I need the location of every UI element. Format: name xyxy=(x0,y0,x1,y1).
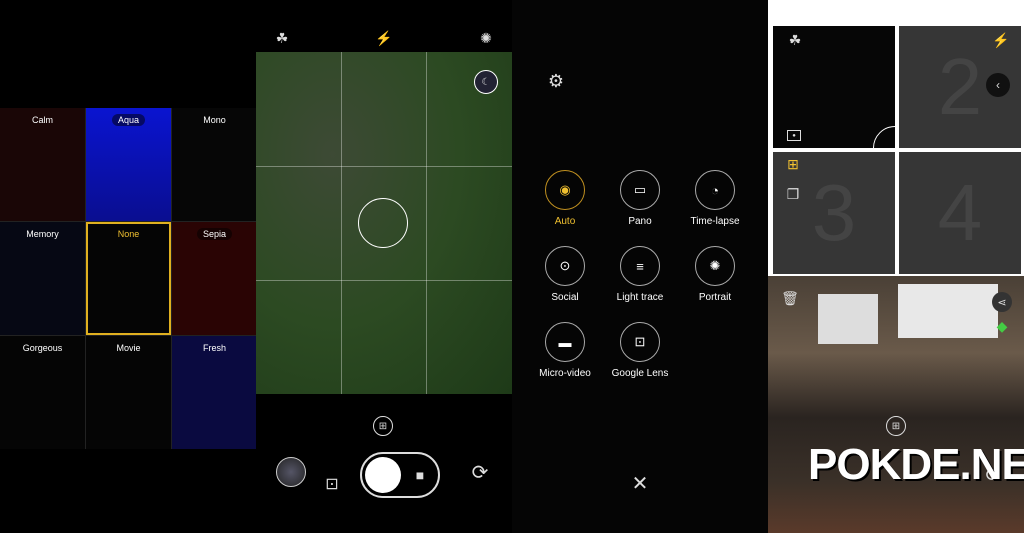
filter-aqua[interactable]: Aqua xyxy=(86,108,171,221)
grid-layout-icon[interactable]: ⊞ xyxy=(785,156,801,172)
scene-detect-icon[interactable]: ☾ xyxy=(474,70,498,94)
filter-icon[interactable]: ☘ xyxy=(272,28,292,48)
gallery-photo[interactable]: 🗑 ⋖ ◆ ⊞ ⟳ POKDE.NET xyxy=(768,276,1024,533)
panorama-icon: ▭ xyxy=(620,170,660,210)
filter-label: Mono xyxy=(203,115,226,125)
filter-panel: Calm Aqua Mono Memory None Sepia Gorgeous Movie… xyxy=(0,0,256,533)
shutter-mode-icon[interactable]: ● xyxy=(787,130,801,141)
viewfinder-panel: ☘ ⚡ ✺ ☾ ⊞ ⊡ ■ ⟳ xyxy=(256,0,512,533)
filter-memory[interactable]: Memory xyxy=(0,222,85,335)
monitor-right xyxy=(898,284,998,338)
collage-panel: ☘ ● 2 ⚡ ‹ 3 ⊞ ❐ 4 🗑 ⋖ ◆ ⊞ ⟳ POKDE.NET xyxy=(768,0,1024,533)
mode-label: Google Lens xyxy=(611,368,669,379)
tile-1[interactable]: ☘ ● xyxy=(773,26,917,170)
filter-gorgeous[interactable]: Gorgeous xyxy=(0,336,85,449)
focus-ring xyxy=(358,198,408,248)
mode-label: Light trace xyxy=(616,292,664,303)
mode-time-lapse[interactable]: ◔ Time-lapse xyxy=(682,170,748,227)
maps-icon[interactable]: ◆ xyxy=(994,318,1010,334)
mode-auto[interactable]: ◉ Auto xyxy=(532,170,598,227)
filter-movie[interactable]: Movie xyxy=(86,336,171,449)
mode-grid-icon[interactable]: ⊞ xyxy=(373,416,393,436)
share-icon[interactable]: ⋖ xyxy=(992,292,1012,312)
mode-google-lens[interactable]: ⊡ Google Lens xyxy=(607,322,673,379)
filter-mono[interactable]: Mono xyxy=(172,108,256,221)
settings-gear-icon[interactable]: ⚙ xyxy=(546,71,566,91)
camera-icon: ◉ xyxy=(545,170,585,210)
flash-off-icon[interactable]: ⚡ xyxy=(991,30,1011,50)
back-chevron-icon[interactable]: ‹ xyxy=(986,73,1010,97)
tile-number: 4 xyxy=(937,168,983,257)
delete-icon[interactable]: 🗑 xyxy=(781,290,799,306)
mode-label: Social xyxy=(551,292,579,303)
mode-label: Portrait xyxy=(698,292,732,303)
tile-2[interactable]: 2 ⚡ ‹ xyxy=(899,26,1021,148)
filter-grid: Calm Aqua Mono Memory None Sepia Gorgeous Movie… xyxy=(0,108,256,449)
filter-calm[interactable]: Calm xyxy=(0,108,85,221)
filter-label: Aqua xyxy=(111,114,146,126)
social-icon: ⊙ xyxy=(545,246,585,286)
tile-3[interactable]: 3 ⊞ ❐ xyxy=(773,152,895,274)
tile-number: 3 xyxy=(811,168,857,257)
mode-micro-video[interactable]: ▬ Micro-video xyxy=(532,322,598,379)
mode-label: Time-lapse xyxy=(690,216,740,227)
light-trace-icon: ≡ xyxy=(620,246,660,286)
stack-icon[interactable]: ❐ xyxy=(785,186,801,202)
filter-label: Sepia xyxy=(196,228,233,240)
filter-fresh[interactable]: Fresh xyxy=(172,336,256,449)
aperture-icon: ✺ xyxy=(695,246,735,286)
tile-4[interactable]: 4 xyxy=(899,152,1021,274)
clapper-icon: ▬ xyxy=(545,322,585,362)
mode-panel: ⚙ ◉ Auto ▭ Pano ◔ Time-lapse ⊙ Social ≡ Light tra… xyxy=(512,0,768,533)
lens-icon: ⊡ xyxy=(620,322,660,362)
filter-label: Movie xyxy=(116,343,141,353)
aperture-icon[interactable]: ✺ xyxy=(476,28,496,48)
camera-viewfinder[interactable]: ☾ xyxy=(256,52,512,394)
switch-camera-icon[interactable]: ⟳ xyxy=(468,460,492,484)
filter-label: None xyxy=(117,229,140,239)
mode-label: Pano xyxy=(628,216,652,227)
mode-grid-icon[interactable]: ⊞ xyxy=(886,416,906,436)
filter-label: Memory xyxy=(26,229,59,239)
gallery-thumbnail[interactable] xyxy=(276,457,306,487)
shutter-button[interactable] xyxy=(365,457,401,493)
filter-icon[interactable]: ☘ xyxy=(785,30,805,50)
mode-label: Auto xyxy=(554,216,576,227)
shutter-group: ■ xyxy=(360,452,440,498)
mode-pano[interactable]: ▭ Pano xyxy=(607,170,673,227)
mode-portrait[interactable]: ✺ Portrait xyxy=(682,246,748,303)
filter-label: Fresh xyxy=(202,343,226,353)
lens-icon[interactable]: ⊡ xyxy=(322,474,342,494)
flash-off-icon[interactable]: ⚡ xyxy=(374,28,394,48)
filter-label: Calm xyxy=(31,115,53,125)
mode-label: Micro-video xyxy=(539,368,591,379)
mode-social[interactable]: ⊙ Social xyxy=(532,246,598,303)
filter-sepia[interactable]: Sepia xyxy=(172,222,256,335)
close-icon[interactable]: ✕ xyxy=(630,473,650,495)
tile-number: 2 xyxy=(937,42,983,131)
mode-light-trace[interactable]: ≡ Light trace xyxy=(607,246,673,303)
monitor-left xyxy=(818,294,878,344)
video-icon[interactable]: ■ xyxy=(408,464,432,486)
filter-none[interactable]: None xyxy=(86,222,171,335)
filter-label: Gorgeous xyxy=(22,343,63,353)
watermark-logo: POKDE.NET xyxy=(808,440,1024,489)
timelapse-icon: ◔ xyxy=(695,170,735,210)
